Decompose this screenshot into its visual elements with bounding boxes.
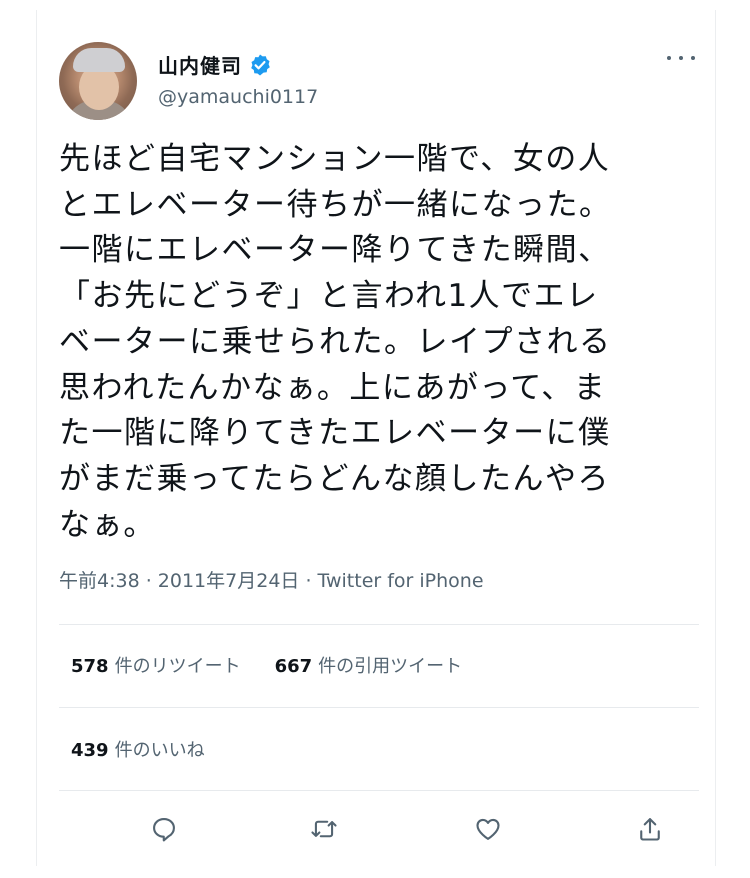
like-button[interactable] xyxy=(471,812,505,846)
retweets-stat[interactable]: 578 件のリツイート xyxy=(71,652,241,678)
author-handle[interactable]: @yamauchi0117 xyxy=(158,86,318,108)
share-stats-row: 578 件のリツイート 667 件の引用ツイート xyxy=(71,652,496,678)
divider xyxy=(59,707,699,708)
quotes-stat[interactable]: 667 件の引用ツイート xyxy=(275,652,463,678)
likes-stats-row: 439 件のいいね xyxy=(71,736,239,762)
share-icon xyxy=(640,818,660,841)
divider xyxy=(59,624,699,625)
action-bar xyxy=(59,808,699,848)
tweet-card: 山内健司 @yamauchi0117 先ほど自宅マンション一階で、女の人 とエレ… xyxy=(36,10,716,866)
share-button[interactable] xyxy=(633,812,667,846)
more-options-icon[interactable] xyxy=(667,48,695,68)
verified-badge-icon xyxy=(251,54,270,75)
author-name[interactable]: 山内健司 xyxy=(158,50,242,79)
author-row: 山内健司 xyxy=(158,50,272,79)
quotes-label: 件の引用ツイート xyxy=(318,656,463,677)
retweets-count: 578 xyxy=(71,656,109,677)
tweet-timestamp[interactable]: 午前4:38 · 2011年7月24日 · Twitter for iPhone xyxy=(59,566,484,593)
divider xyxy=(59,790,699,791)
tweet-text: 先ほど自宅マンション一階で、女の人 とエレベーター待ちが一緒になった。 一階にエ… xyxy=(59,141,612,543)
likes-stat[interactable]: 439 件のいいね xyxy=(71,736,205,762)
tweet-header: 山内健司 @yamauchi0117 xyxy=(59,42,699,122)
avatar[interactable] xyxy=(59,42,137,120)
retweets-label: 件のリツイート xyxy=(114,656,241,677)
retweet-icon xyxy=(311,820,337,838)
retweet-button[interactable] xyxy=(307,812,341,846)
likes-label: 件のいいね xyxy=(114,740,205,761)
quotes-count: 667 xyxy=(274,656,313,677)
likes-count: 439 xyxy=(71,740,109,761)
reply-button[interactable] xyxy=(147,812,181,846)
reply-icon xyxy=(153,818,175,842)
like-icon xyxy=(476,818,500,840)
